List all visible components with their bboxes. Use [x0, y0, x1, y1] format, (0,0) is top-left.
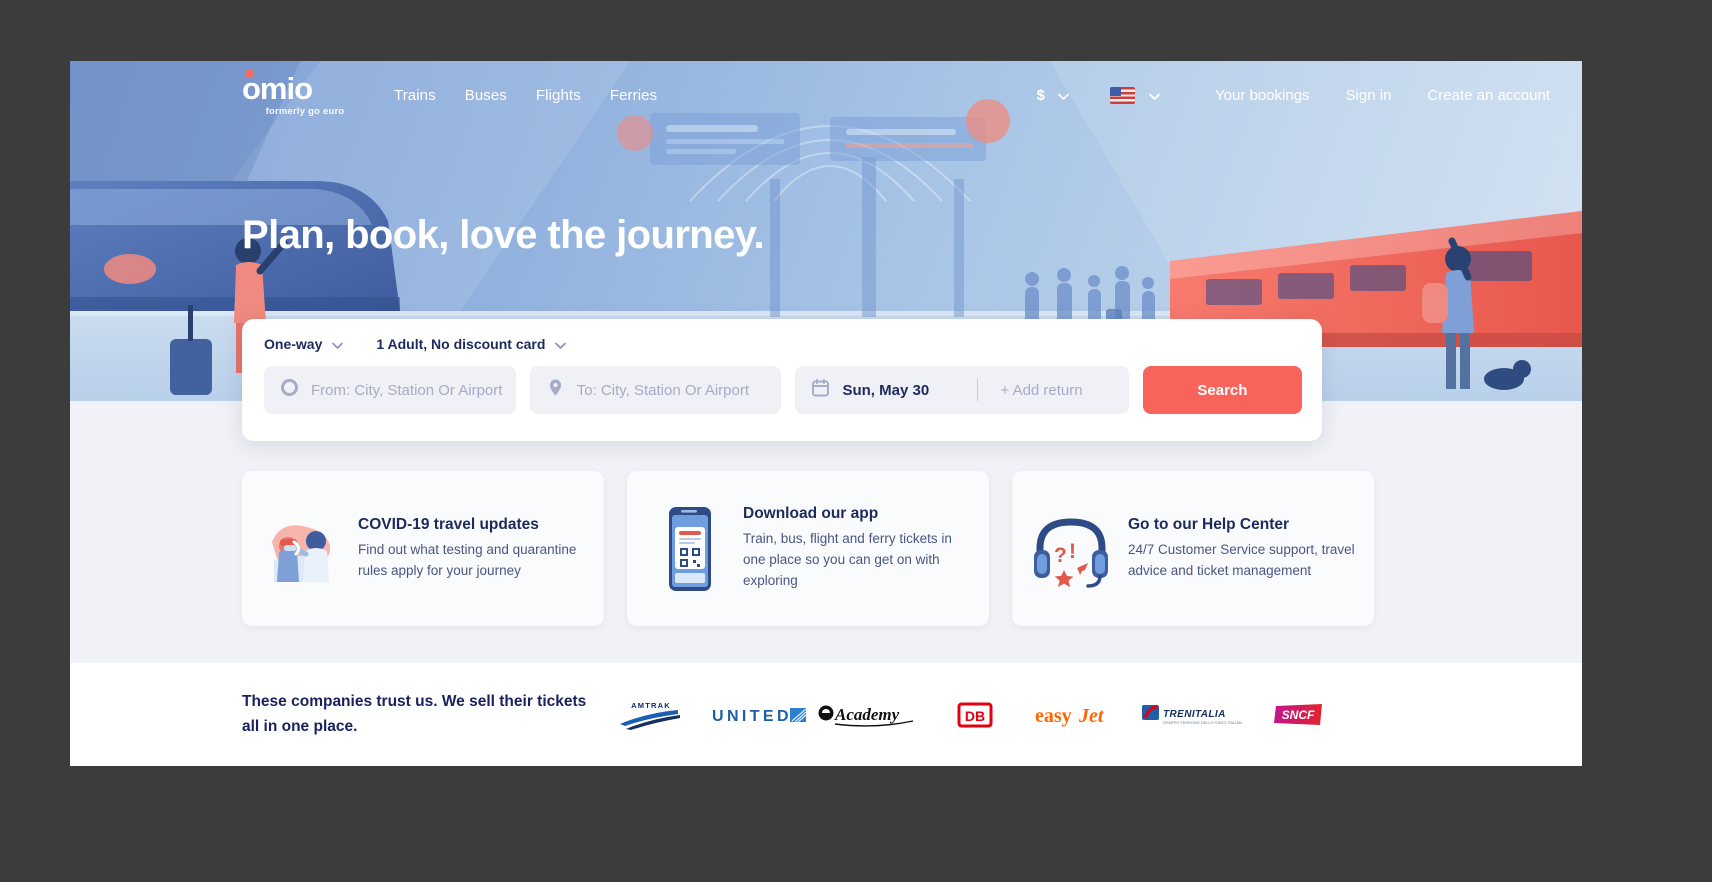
svg-text:easy: easy	[1035, 705, 1072, 727]
covid-updates-card[interactable]: COVID-19 travel updates Find out what te…	[242, 471, 604, 626]
circle-outline-icon	[280, 378, 299, 402]
trusted-partners-section: These companies trust us. We sell their …	[70, 663, 1582, 766]
origin-placeholder: From: City, Station Or Airport	[311, 381, 503, 399]
svg-text:AMTRAK: AMTRAK	[631, 701, 671, 710]
date-field-group: Sun, May 30 + Add return	[795, 366, 1129, 414]
nav-item-buses[interactable]: Buses	[465, 87, 507, 104]
help-card-text: Go to our Help Center 24/7 Customer Serv…	[1128, 516, 1358, 582]
currency-value: $	[1036, 86, 1046, 104]
partner-logo-united: UNITED	[705, 702, 813, 728]
covid-test-illustration	[258, 512, 344, 586]
partner-logo-easyjet: easy Jet	[1029, 702, 1137, 728]
svg-text:DB: DB	[965, 708, 985, 724]
svg-text:UNITED: UNITED	[712, 708, 792, 725]
partner-logo-db: DB	[921, 701, 1029, 729]
destination-field[interactable]: To: City, Station Or Airport	[529, 366, 782, 414]
partner-logo-trenitalia: TRENITALIA GRUPPO FERROVIE DELLO STATO I…	[1137, 700, 1245, 730]
origin-field[interactable]: From: City, Station Or Airport	[264, 366, 516, 414]
phone-qr-illustration	[643, 503, 729, 595]
chevron-down-icon	[331, 339, 344, 350]
chevron-down-icon	[554, 339, 567, 350]
info-cards: COVID-19 travel updates Find out what te…	[242, 471, 1374, 626]
page-viewport: omio formerly go euro Trains Buses Fligh…	[70, 61, 1582, 766]
omio-logo[interactable]: omio formerly go euro	[242, 69, 360, 117]
partner-logo-sncf: SNCF	[1245, 701, 1353, 729]
calendar-icon	[811, 378, 830, 402]
svg-text:?: ?	[1054, 544, 1067, 567]
svg-text:GRUPPO FERROVIE DELLO STATO IT: GRUPPO FERROVIE DELLO STATO ITALIANE	[1163, 721, 1242, 725]
destination-placeholder: To: City, Station Or Airport	[576, 381, 750, 399]
your-bookings-link[interactable]: Your bookings	[1215, 87, 1310, 104]
logo-wordmark: omio	[242, 71, 313, 106]
nav-item-trains[interactable]: Trains	[394, 87, 436, 104]
svg-text:TRENITALIA: TRENITALIA	[1163, 709, 1226, 720]
passengers-value: 1 Adult, No discount card	[376, 336, 546, 352]
trip-type-value: One-way	[264, 336, 323, 352]
help-card-body: 24/7 Customer Service support, travel ad…	[1128, 541, 1355, 578]
account-links: Your bookings Sign in Create an account	[1215, 87, 1550, 104]
svg-text:Academy: Academy	[834, 705, 900, 724]
depart-date-field[interactable]: Sun, May 30	[795, 366, 977, 414]
covid-card-text: COVID-19 travel updates Find out what te…	[358, 516, 588, 582]
search-options-row: One-way 1 Adult, No discount card	[264, 336, 1302, 352]
depart-date-value: Sun, May 30	[842, 381, 930, 399]
currency-selector[interactable]: $	[1036, 86, 1069, 104]
map-pin-icon	[546, 378, 565, 402]
svg-text:!: !	[1069, 540, 1076, 563]
sign-in-link[interactable]: Sign in	[1346, 87, 1392, 104]
chevron-down-icon	[1148, 90, 1160, 101]
app-card-body: Train, bus, flight and ferry tickets in …	[743, 531, 952, 588]
site-header: omio formerly go euro Trains Buses Fligh…	[70, 61, 1582, 129]
logo-tagline: formerly go euro	[265, 106, 345, 117]
help-card-title: Go to our Help Center	[1128, 515, 1290, 533]
svg-text:Jet: Jet	[1078, 705, 1105, 727]
partner-logo-academy: Academy	[813, 700, 921, 730]
covid-card-body: Find out what testing and quarantine rul…	[358, 541, 577, 578]
primary-nav: Trains Buses Flights Ferries	[394, 87, 657, 104]
nav-item-ferries[interactable]: Ferries	[610, 87, 657, 104]
header-right-group: $ Your bookings Sign in Create an accoun…	[1036, 86, 1550, 104]
logo-dot-icon	[245, 69, 254, 78]
search-button[interactable]: Search	[1142, 366, 1302, 414]
download-app-card[interactable]: Download our app Train, bus, flight and …	[627, 471, 989, 626]
nav-item-flights[interactable]: Flights	[536, 87, 581, 104]
create-account-link[interactable]: Create an account	[1427, 87, 1550, 104]
page-title: Plan, book, love the journey.	[242, 213, 765, 257]
search-form: One-way 1 Adult, No discount card From: …	[242, 319, 1322, 441]
partner-logo-amtrak: AMTRAK	[597, 698, 705, 732]
us-flag-icon	[1110, 86, 1136, 104]
app-card-title: Download our app	[743, 505, 879, 523]
app-card-text: Download our app Train, bus, flight and …	[743, 505, 973, 592]
trusted-partners-heading: These companies trust us. We sell their …	[242, 693, 587, 735]
passengers-selector[interactable]: 1 Adult, No discount card	[376, 336, 567, 352]
add-return-button[interactable]: + Add return	[978, 382, 1082, 399]
search-fields-row: From: City, Station Or Airport To: City,…	[264, 366, 1302, 414]
help-center-card[interactable]: ? ! Go to our Help Center 24/7 Customer …	[1012, 471, 1374, 626]
trip-type-selector[interactable]: One-way	[264, 336, 344, 352]
partner-logos: AMTRAK UNITED Academy DB easy Jet TRENIT…	[597, 698, 1353, 732]
browser-window-frame: omio formerly go euro Trains Buses Fligh…	[20, 8, 1692, 874]
covid-card-title: COVID-19 travel updates	[358, 515, 539, 533]
headset-support-illustration: ? !	[1028, 508, 1114, 590]
chevron-down-icon	[1057, 90, 1069, 101]
language-selector[interactable]	[1110, 86, 1160, 104]
svg-text:SNCF: SNCF	[1282, 708, 1315, 722]
